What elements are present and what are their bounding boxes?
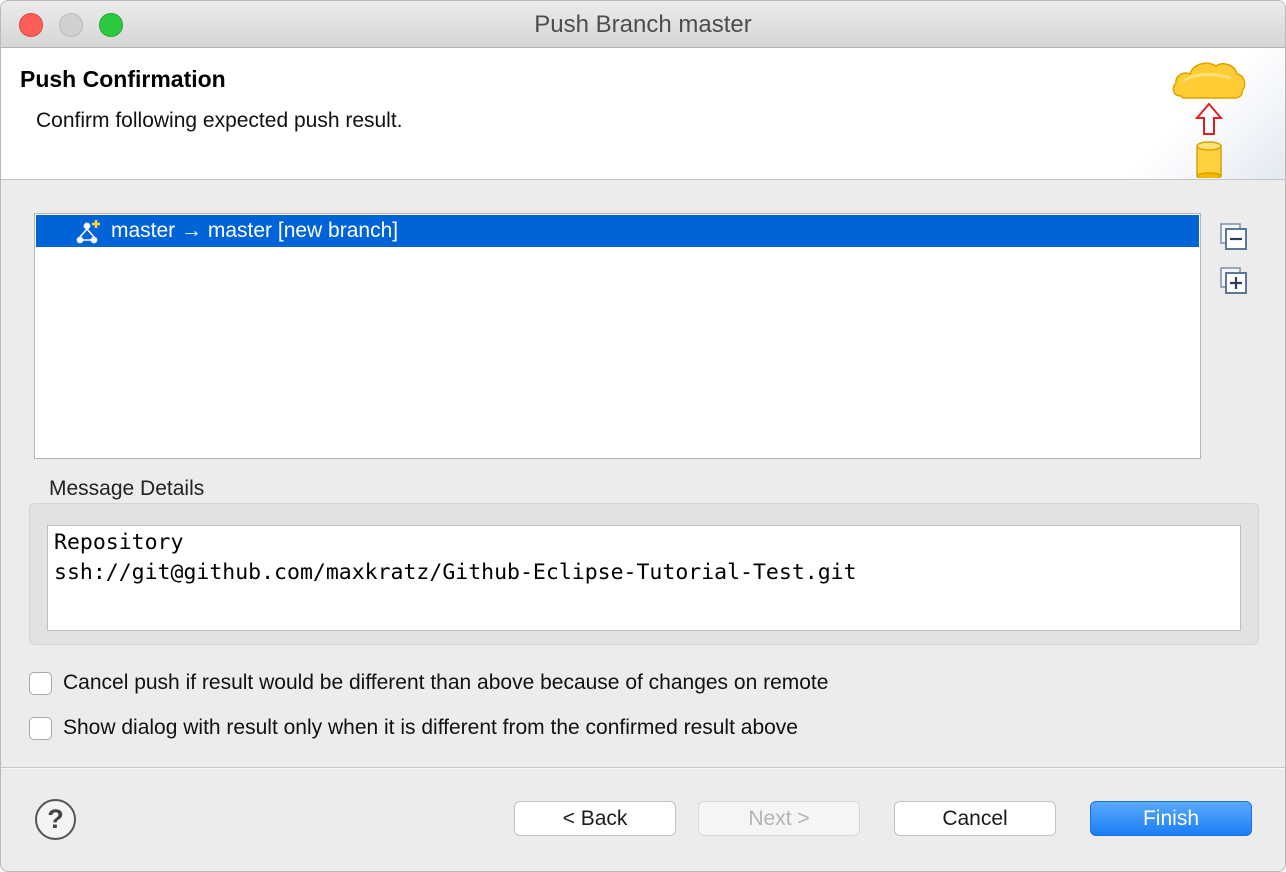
cancel-button[interactable]: Cancel	[894, 801, 1056, 836]
window-title: Push Branch master	[534, 11, 752, 38]
message-details-label: Message Details	[49, 477, 205, 500]
title-bar[interactable]: Push Branch master	[1, 1, 1285, 48]
page-title: Push Confirmation	[20, 66, 226, 92]
page-description: Confirm following expected push result.	[36, 109, 403, 132]
wizard-banner: Push Confirmation Confirm following expe…	[1, 48, 1285, 180]
collapse-all-icon[interactable]	[1220, 223, 1248, 251]
message-line: Repository	[54, 530, 184, 555]
show-dialog-checkbox[interactable]	[29, 717, 52, 740]
push-branch-dialog: Push Branch master Push Confirmation Con…	[0, 0, 1286, 872]
new-branch-icon	[76, 220, 100, 244]
tree-row-label: master → master [new branch]	[111, 219, 399, 242]
show-dialog-label[interactable]: Show dialog with result only when it is …	[63, 716, 798, 740]
finish-button[interactable]: Finish	[1090, 801, 1252, 836]
message-line: ssh://git@github.com/maxkratz/Github-Ecl…	[54, 560, 857, 585]
cancel-if-different-label[interactable]: Cancel push if result would be different…	[63, 671, 828, 695]
push-result-tree[interactable]: master → master [new branch]	[34, 213, 1201, 459]
tree-row-master[interactable]: master → master [new branch]	[36, 215, 1199, 247]
message-details-text[interactable]: Repository ssh://git@github.com/maxkratz…	[47, 525, 1241, 631]
cancel-if-different-checkbox[interactable]	[29, 672, 52, 695]
expand-all-icon[interactable]	[1220, 267, 1248, 295]
push-cloud-icon	[1172, 62, 1246, 178]
next-button[interactable]: Next >	[698, 801, 860, 836]
footer-divider	[1, 767, 1285, 769]
help-icon[interactable]: ?	[35, 799, 76, 840]
back-button[interactable]: < Back	[514, 801, 676, 836]
